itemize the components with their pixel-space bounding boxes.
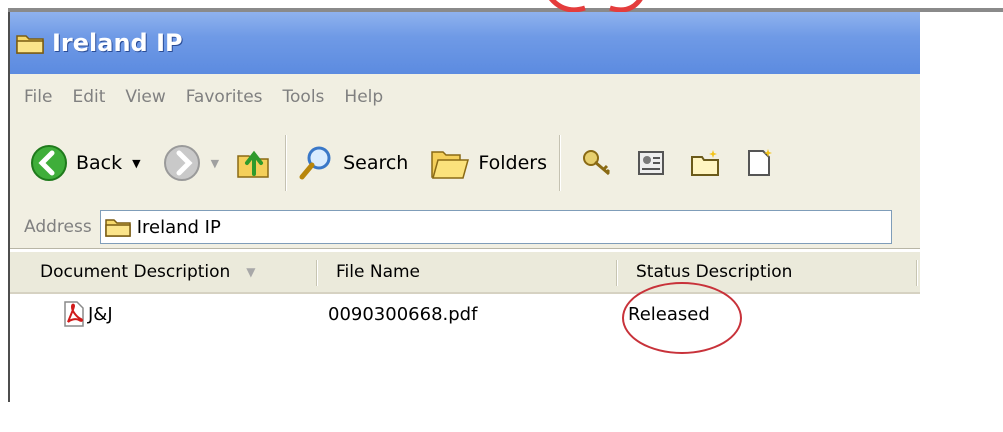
- menu-edit[interactable]: Edit: [72, 87, 105, 107]
- explorer-window: Ireland IP File Edit View Favorites Tool…: [10, 12, 920, 432]
- share-button[interactable]: [635, 147, 667, 179]
- column-headers: Document Description ▼ File Name Status …: [10, 252, 920, 294]
- search-icon: [299, 146, 331, 180]
- status-highlight-ellipse: [622, 282, 742, 354]
- column-divider[interactable]: [916, 260, 918, 286]
- forward-dropdown-icon[interactable]: ▼: [211, 157, 219, 170]
- menu-help[interactable]: Help: [344, 87, 383, 107]
- column-divider[interactable]: [316, 260, 318, 286]
- menu-view[interactable]: View: [125, 87, 165, 107]
- window-title: Ireland IP: [52, 29, 183, 57]
- address-bar: Address Ireland IP: [10, 206, 920, 249]
- forward-button[interactable]: ▼: [163, 144, 219, 182]
- toolbar-separator: [285, 135, 288, 191]
- search-button[interactable]: Search: [297, 144, 408, 182]
- column-header-status-label: Status Description: [636, 262, 793, 282]
- properties-button[interactable]: [581, 147, 613, 179]
- sort-desc-icon: ▼: [246, 265, 256, 279]
- search-label: Search: [343, 152, 409, 174]
- column-divider[interactable]: [616, 260, 618, 286]
- column-header-file-name[interactable]: File Name: [336, 252, 616, 292]
- menu-file[interactable]: File: [24, 87, 52, 107]
- back-button[interactable]: Back ▼: [30, 144, 141, 182]
- file-name-text: 0090300668.pdf: [328, 303, 478, 325]
- back-dropdown-icon[interactable]: ▼: [132, 157, 140, 170]
- pdf-icon: [64, 301, 84, 327]
- address-value: Ireland IP: [136, 216, 221, 238]
- address-field[interactable]: Ireland IP: [99, 210, 892, 244]
- address-label: Address: [24, 217, 92, 237]
- back-label: Back: [76, 152, 123, 174]
- column-header-description-label: Document Description: [40, 262, 231, 282]
- folders-icon: [431, 151, 470, 179]
- menu-favorites[interactable]: Favorites: [186, 87, 263, 107]
- new-folder-button[interactable]: [689, 147, 721, 179]
- new-document-icon: [747, 149, 772, 176]
- column-header-description[interactable]: Document Description ▼: [40, 252, 310, 292]
- toolbar: Back ▼ ▼ Search Folders: [10, 120, 920, 207]
- cell-description: J&J: [62, 294, 113, 334]
- folder-icon: [104, 219, 131, 237]
- up-folder-button[interactable]: [235, 144, 273, 182]
- key-icon: [582, 150, 611, 176]
- contact-card-icon: [637, 151, 664, 175]
- forward-arrow-icon: [163, 145, 200, 181]
- cell-file-name: 0090300668.pdf: [328, 294, 477, 334]
- toolbar-separator: [558, 135, 561, 191]
- folders-button[interactable]: Folders: [430, 144, 547, 182]
- back-arrow-icon: [31, 145, 67, 181]
- folders-label: Folders: [478, 152, 547, 174]
- menu-tools[interactable]: Tools: [283, 87, 325, 107]
- menu-bar: File Edit View Favorites Tools Help: [10, 74, 920, 121]
- title-bar[interactable]: Ireland IP: [10, 12, 920, 74]
- new-folder-icon: [690, 150, 719, 176]
- left-border: [8, 12, 10, 402]
- up-folder-icon: [237, 150, 269, 178]
- description-text: J&J: [88, 303, 113, 325]
- table-row[interactable]: J&J 0090300668.pdf Released: [10, 294, 920, 334]
- folder-icon: [16, 35, 44, 54]
- column-header-file-name-label: File Name: [336, 262, 421, 282]
- new-document-button[interactable]: [743, 147, 775, 179]
